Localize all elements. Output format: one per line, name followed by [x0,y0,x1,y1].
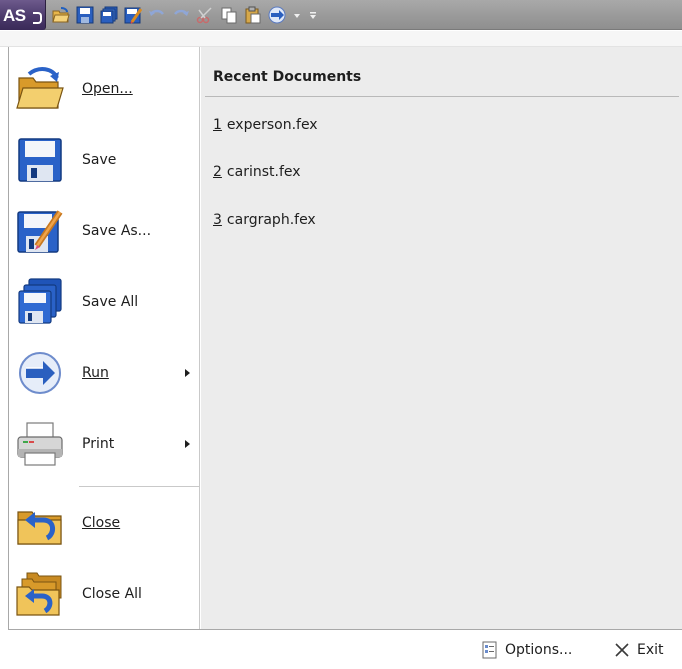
close-label: Close [82,515,196,531]
menu-item-save-as[interactable]: Save As... [14,199,196,263]
save-all-icon [14,276,66,328]
save-as-icon [14,205,66,257]
close-label-text: Close [82,515,121,531]
save-all-label: Save All [82,294,139,310]
menu-footer: Options... Exit [8,631,682,669]
options-label: Options... [505,642,573,658]
run-icon[interactable] [268,6,286,24]
cut-icon[interactable] [196,6,214,24]
recent-documents-panel: Recent Documents 1 experson.fex 2 carinst.… [201,47,682,629]
run-label-text: Run [82,365,109,381]
save-all-icon[interactable] [100,6,118,24]
redo-icon[interactable] [172,6,190,24]
print-label: Print [82,436,115,452]
exit-button[interactable]: Exit [613,639,664,661]
recent-item-number: 3 [213,212,222,228]
application-button[interactable]: AS [0,0,46,30]
save-as-icon[interactable] [124,6,142,24]
options-button[interactable]: Options... [481,639,572,661]
save-icon[interactable] [76,6,94,24]
quick-access-toolbar: AS [0,0,682,30]
menu-item-close-all[interactable]: Close All [14,562,196,626]
recent-documents-divider [205,96,679,97]
recent-documents-title: Recent Documents [213,69,362,85]
recent-item-filename: experson.fex [226,117,318,133]
run-arrow-icon [14,347,66,399]
open-label: Open... [82,81,133,97]
qat-icon-row [52,6,324,24]
undo-icon[interactable] [148,6,166,24]
command-column: Open... Save Save As... Save All Run Pri… [9,47,200,629]
recent-document-item[interactable]: 2 carinst.fex [213,164,653,186]
close-folder-icon [14,497,66,549]
options-icon [482,641,497,659]
recent-item-filename: carinst.fex [226,164,301,180]
recent-item-number: 1 [213,117,222,133]
application-menu: Open... Save Save As... Save All Run Pri… [8,47,682,630]
recent-item-filename: cargraph.fex [226,212,316,228]
menu-item-save-all[interactable]: Save All [14,270,196,334]
app-logo-mark [33,12,42,24]
menu-item-label: Open... [82,81,196,97]
menu-item-print[interactable]: Print [14,412,196,476]
exit-x-icon [615,643,629,657]
printer-icon [14,418,66,470]
recent-item-number: 2 [213,164,222,180]
save-as-label: Save As... [82,223,152,239]
menu-separator [79,486,200,487]
copy-icon[interactable] [220,6,238,24]
close-all-label: Close All [82,586,142,602]
menu-item-close[interactable]: Close [14,491,196,555]
submenu-arrow-icon [185,440,190,448]
app-logo-text: AS [3,6,26,25]
menu-item-save[interactable]: Save [14,128,196,192]
folder-open-icon [14,63,66,115]
menu-item-run[interactable]: Run [14,341,196,405]
save-label: Save [82,152,117,168]
menu-item-open[interactable]: Open... [14,57,196,121]
recent-document-item[interactable]: 3 cargraph.fex [213,212,653,234]
submenu-arrow-icon [185,369,190,377]
dropdown-icon[interactable] [292,6,302,24]
recent-document-item[interactable]: 1 experson.fex [213,117,653,139]
floppy-disk-icon [14,134,66,186]
close-all-folders-icon [14,568,66,620]
open-icon[interactable] [52,6,70,24]
paste-icon[interactable] [244,6,262,24]
run-label: Run [82,365,185,381]
exit-label: Exit [637,642,664,658]
ribbon-strip [0,31,682,47]
customize-icon[interactable] [308,6,318,24]
